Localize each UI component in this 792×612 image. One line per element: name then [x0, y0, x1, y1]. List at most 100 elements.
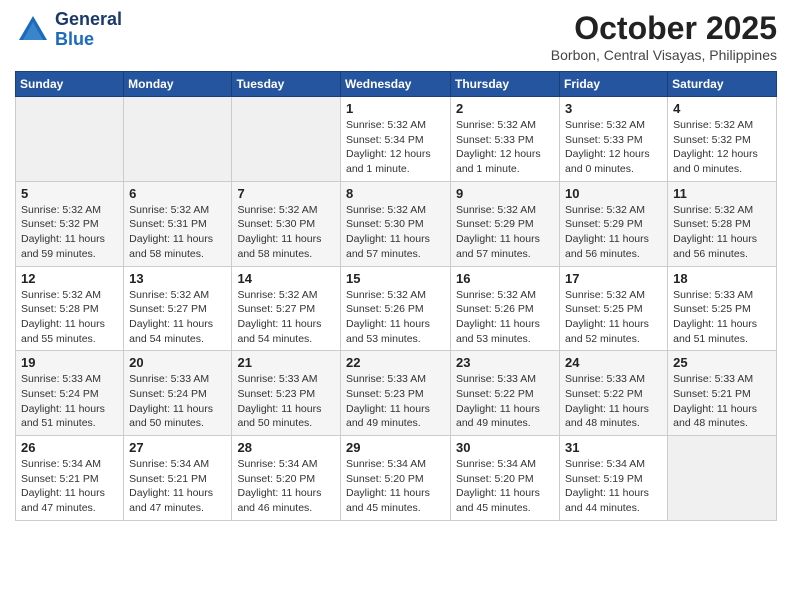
day-number: 15: [346, 271, 445, 286]
calendar-cell: [668, 436, 777, 521]
day-info: Sunrise: 5:33 AM Sunset: 5:24 PM Dayligh…: [21, 372, 118, 431]
page-container: General Blue October 2025 Borbon, Centra…: [0, 0, 792, 531]
day-info: Sunrise: 5:33 AM Sunset: 5:24 PM Dayligh…: [129, 372, 226, 431]
col-friday: Friday: [560, 72, 668, 97]
calendar-cell: 9 Sunrise: 5:32 AM Sunset: 5:29 PM Daylig…: [451, 181, 560, 266]
day-info: Sunrise: 5:34 AM Sunset: 5:21 PM Dayligh…: [21, 457, 118, 516]
day-number: 27: [129, 440, 226, 455]
day-number: 23: [456, 355, 554, 370]
calendar-week-4: 19 Sunrise: 5:33 AM Sunset: 5:24 PM Dayli…: [16, 351, 777, 436]
day-number: 14: [237, 271, 335, 286]
calendar-cell: 23 Sunrise: 5:33 AM Sunset: 5:22 PM Dayli…: [451, 351, 560, 436]
logo-icon: [15, 12, 51, 48]
col-saturday: Saturday: [668, 72, 777, 97]
day-info: Sunrise: 5:32 AM Sunset: 5:28 PM Dayligh…: [673, 203, 771, 262]
col-wednesday: Wednesday: [341, 72, 451, 97]
day-info: Sunrise: 5:32 AM Sunset: 5:29 PM Dayligh…: [456, 203, 554, 262]
calendar-cell: 18Sunrise: 5:33 AM Sunset: 5:25 PM Dayli…: [668, 266, 777, 351]
calendar-cell: 28Sunrise: 5:34 AM Sunset: 5:20 PM Dayli…: [232, 436, 341, 521]
day-number: 11: [673, 186, 771, 201]
day-info: Sunrise: 5:32 AM Sunset: 5:33 PM Dayligh…: [456, 118, 554, 177]
day-info: Sunrise: 5:32 AM Sunset: 5:29 PM Dayligh…: [565, 203, 662, 262]
day-number: 31: [565, 440, 662, 455]
day-number: 13: [129, 271, 226, 286]
calendar-cell: 5 Sunrise: 5:32 AM Sunset: 5:32 PM Daylig…: [16, 181, 124, 266]
month-title: October 2025: [551, 10, 777, 47]
day-info: Sunrise: 5:33 AM Sunset: 5:23 PM Dayligh…: [237, 372, 335, 431]
day-number: 7: [237, 186, 335, 201]
day-number: 6: [129, 186, 226, 201]
calendar-cell: 15 Sunrise: 5:32 AM Sunset: 5:26 PM Dayli…: [341, 266, 451, 351]
day-number: 25: [673, 355, 771, 370]
col-tuesday: Tuesday: [232, 72, 341, 97]
day-info: Sunrise: 5:32 AM Sunset: 5:30 PM Dayligh…: [237, 203, 335, 262]
calendar-cell: 30Sunrise: 5:34 AM Sunset: 5:20 PM Dayli…: [451, 436, 560, 521]
day-info: Sunrise: 5:32 AM Sunset: 5:31 PM Dayligh…: [129, 203, 226, 262]
day-info: Sunrise: 5:32 AM Sunset: 5:32 PM Dayligh…: [21, 203, 118, 262]
day-info: Sunrise: 5:33 AM Sunset: 5:21 PM Dayligh…: [673, 372, 771, 431]
calendar-cell: 7 Sunrise: 5:32 AM Sunset: 5:30 PM Daylig…: [232, 181, 341, 266]
col-thursday: Thursday: [451, 72, 560, 97]
day-number: 21: [237, 355, 335, 370]
day-info: Sunrise: 5:32 AM Sunset: 5:25 PM Dayligh…: [565, 288, 662, 347]
day-info: Sunrise: 5:32 AM Sunset: 5:32 PM Dayligh…: [673, 118, 771, 177]
day-number: 8: [346, 186, 445, 201]
calendar-cell: 13 Sunrise: 5:32 AM Sunset: 5:27 PM Dayli…: [124, 266, 232, 351]
calendar-cell: 25 Sunrise: 5:33 AM Sunset: 5:21 PM Dayli…: [668, 351, 777, 436]
calendar-cell: [16, 97, 124, 182]
day-info: Sunrise: 5:32 AM Sunset: 5:28 PM Dayligh…: [21, 288, 118, 347]
calendar-week-5: 26 Sunrise: 5:34 AM Sunset: 5:21 PM Dayli…: [16, 436, 777, 521]
day-info: Sunrise: 5:32 AM Sunset: 5:30 PM Dayligh…: [346, 203, 445, 262]
day-number: 2: [456, 101, 554, 116]
day-number: 30: [456, 440, 554, 455]
calendar-cell: 29 Sunrise: 5:34 AM Sunset: 5:20 PM Dayli…: [341, 436, 451, 521]
calendar-cell: 24 Sunrise: 5:33 AM Sunset: 5:22 PM Dayli…: [560, 351, 668, 436]
col-sunday: Sunday: [16, 72, 124, 97]
day-info: Sunrise: 5:34 AM Sunset: 5:20 PM Dayligh…: [346, 457, 445, 516]
calendar-table: Sunday Monday Tuesday Wednesday Thursday…: [15, 71, 777, 521]
calendar-cell: 21 Sunrise: 5:33 AM Sunset: 5:23 PM Dayli…: [232, 351, 341, 436]
day-info: Sunrise: 5:33 AM Sunset: 5:22 PM Dayligh…: [565, 372, 662, 431]
day-info: Sunrise: 5:32 AM Sunset: 5:27 PM Dayligh…: [237, 288, 335, 347]
day-number: 3: [565, 101, 662, 116]
col-monday: Monday: [124, 72, 232, 97]
calendar-cell: 19 Sunrise: 5:33 AM Sunset: 5:24 PM Dayli…: [16, 351, 124, 436]
day-number: 26: [21, 440, 118, 455]
day-number: 16: [456, 271, 554, 286]
day-number: 5: [21, 186, 118, 201]
day-number: 19: [21, 355, 118, 370]
title-block: October 2025 Borbon, Central Visayas, Ph…: [551, 10, 777, 63]
day-number: 4: [673, 101, 771, 116]
day-number: 24: [565, 355, 662, 370]
calendar-cell: 10 Sunrise: 5:32 AM Sunset: 5:29 PM Dayli…: [560, 181, 668, 266]
day-info: Sunrise: 5:32 AM Sunset: 5:34 PM Dayligh…: [346, 118, 445, 177]
logo-general: General: [55, 9, 122, 29]
day-info: Sunrise: 5:33 AM Sunset: 5:22 PM Dayligh…: [456, 372, 554, 431]
day-info: Sunrise: 5:34 AM Sunset: 5:21 PM Dayligh…: [129, 457, 226, 516]
calendar-cell: 26 Sunrise: 5:34 AM Sunset: 5:21 PM Dayli…: [16, 436, 124, 521]
calendar-cell: 14 Sunrise: 5:32 AM Sunset: 5:27 PM Dayli…: [232, 266, 341, 351]
calendar-cell: 3 Sunrise: 5:32 AM Sunset: 5:33 PM Daylig…: [560, 97, 668, 182]
day-info: Sunrise: 5:32 AM Sunset: 5:26 PM Dayligh…: [456, 288, 554, 347]
calendar-cell: 4 Sunrise: 5:32 AM Sunset: 5:32 PM Daylig…: [668, 97, 777, 182]
calendar-week-2: 5 Sunrise: 5:32 AM Sunset: 5:32 PM Daylig…: [16, 181, 777, 266]
day-number: 9: [456, 186, 554, 201]
calendar-cell: 11 Sunrise: 5:32 AM Sunset: 5:28 PM Dayli…: [668, 181, 777, 266]
logo-blue: Blue: [55, 29, 94, 49]
calendar-cell: 27 Sunrise: 5:34 AM Sunset: 5:21 PM Dayli…: [124, 436, 232, 521]
calendar-week-1: 1Sunrise: 5:32 AM Sunset: 5:34 PM Daylig…: [16, 97, 777, 182]
logo-text: General Blue: [55, 10, 122, 50]
day-info: Sunrise: 5:32 AM Sunset: 5:33 PM Dayligh…: [565, 118, 662, 177]
calendar-week-3: 12 Sunrise: 5:32 AM Sunset: 5:28 PM Dayli…: [16, 266, 777, 351]
day-number: 12: [21, 271, 118, 286]
day-number: 10: [565, 186, 662, 201]
calendar-cell: 8 Sunrise: 5:32 AM Sunset: 5:30 PM Daylig…: [341, 181, 451, 266]
day-info: Sunrise: 5:34 AM Sunset: 5:19 PM Dayligh…: [565, 457, 662, 516]
day-info: Sunrise: 5:32 AM Sunset: 5:27 PM Dayligh…: [129, 288, 226, 347]
day-number: 18: [673, 271, 771, 286]
calendar-cell: 22Sunrise: 5:33 AM Sunset: 5:23 PM Dayli…: [341, 351, 451, 436]
calendar-cell: [124, 97, 232, 182]
location-title: Borbon, Central Visayas, Philippines: [551, 47, 777, 63]
day-number: 29: [346, 440, 445, 455]
day-info: Sunrise: 5:32 AM Sunset: 5:26 PM Dayligh…: [346, 288, 445, 347]
